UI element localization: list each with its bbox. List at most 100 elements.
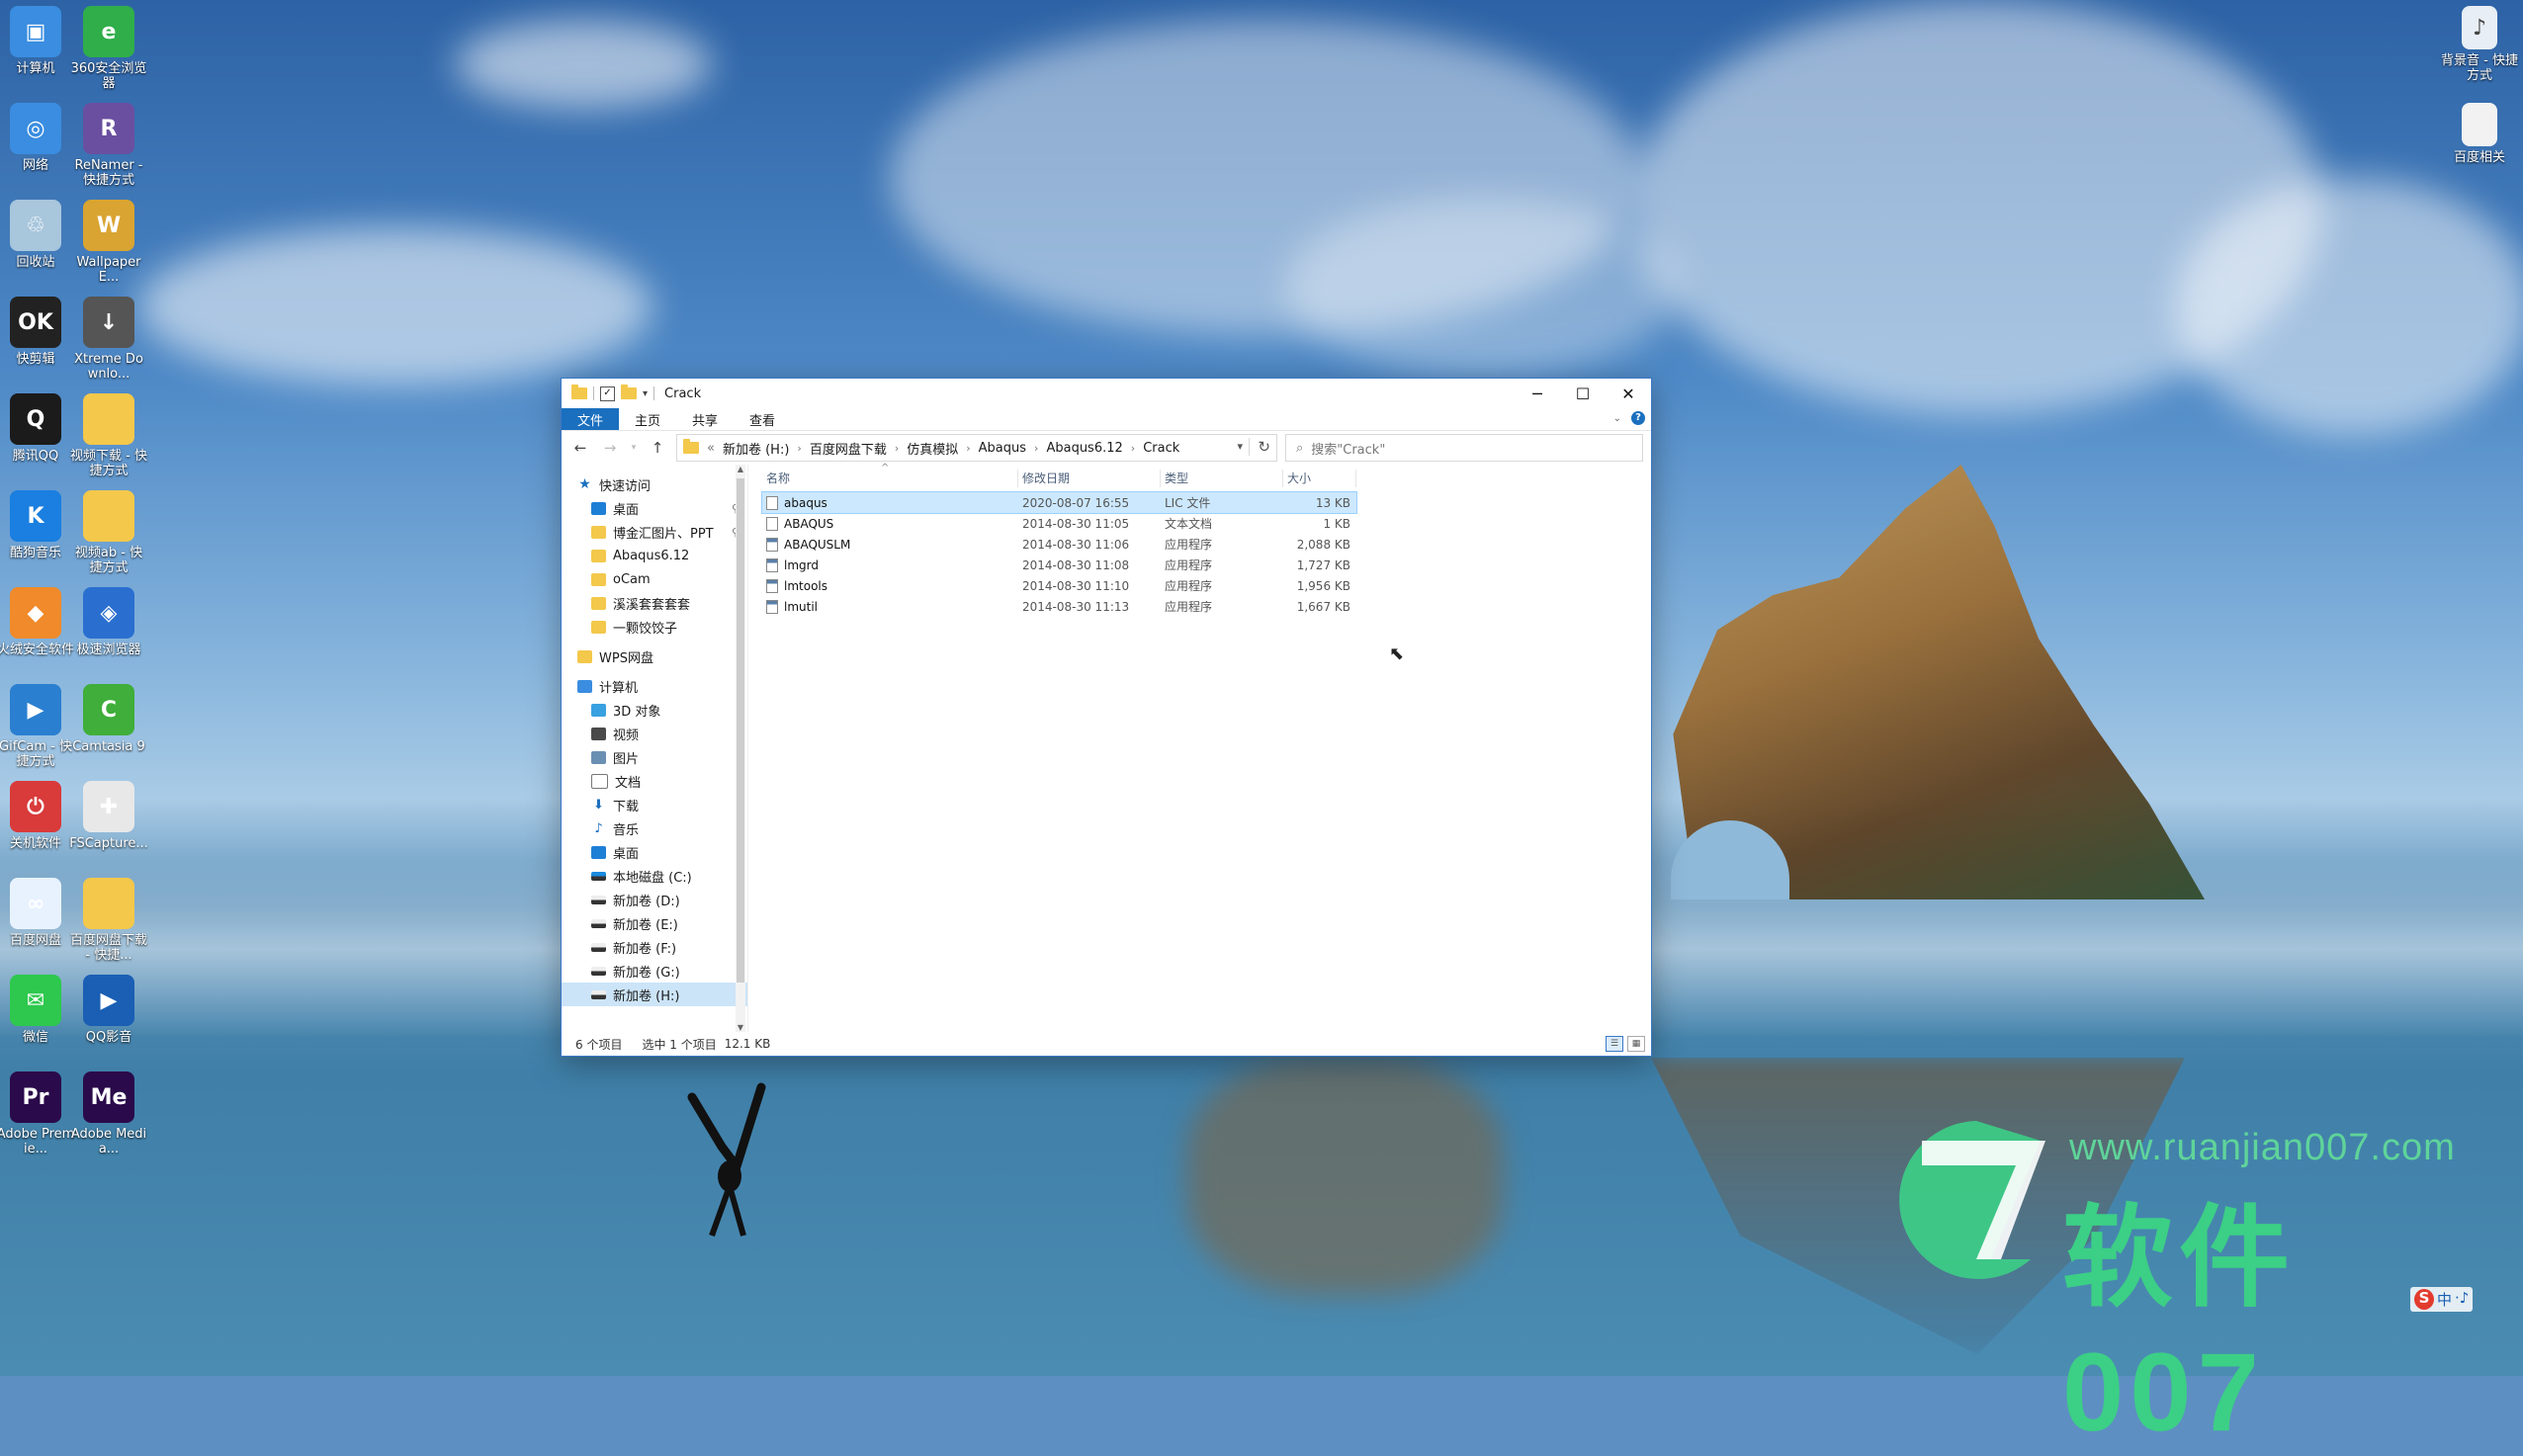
desktop-shortcut[interactable]: ◈ 极速浏览器 (69, 587, 148, 657)
desktop-shortcut[interactable]: OK 快剪辑 (0, 297, 75, 367)
chevron-right-icon[interactable]: › (966, 442, 970, 455)
ime-toolbar[interactable]: S 中 ·♪ (2410, 1287, 2474, 1312)
desktop-shortcut[interactable]: ◎ 网络 (0, 103, 75, 173)
nav-item[interactable]: 新加卷 (G:) (562, 959, 747, 983)
desktop-shortcut[interactable]: ↓ Xtreme Downlo... (69, 297, 148, 382)
nav-scrollbar[interactable]: ▲ ▼ (736, 465, 745, 1032)
large-icons-view-button[interactable]: ▦ (1627, 1036, 1645, 1052)
file-row[interactable]: ABAQUS 2014-08-30 11:05 文本文档 1 KB (762, 513, 1651, 534)
tab-view[interactable]: 查看 (734, 408, 791, 430)
nav-item[interactable]: oCam (562, 567, 747, 591)
refresh-icon[interactable]: ↻ (1249, 438, 1270, 456)
file-row[interactable]: abaqus 2020-08-07 16:55 LIC 文件 13 KB (761, 491, 1357, 514)
help-icon[interactable]: ? (1631, 411, 1645, 425)
desktop-shortcut[interactable]: ✚ FSCapture... (69, 781, 148, 851)
nav-item[interactable]: 文档 (562, 769, 747, 793)
desktop-shortcut[interactable]: e 360安全浏览器 (69, 6, 148, 91)
desktop-shortcut[interactable]: ▣ 计算机 (0, 6, 75, 76)
desktop-shortcut[interactable]: ▶ QQ影音 (69, 975, 148, 1045)
nav-item[interactable]: 新加卷 (E:) (562, 911, 747, 935)
sogou-icon[interactable]: S (2414, 1289, 2434, 1310)
desktop-shortcut[interactable]: 百度网盘下载 - 快捷... (69, 878, 148, 963)
forward-button[interactable]: → (599, 439, 621, 457)
nav-item[interactable]: 一颗饺饺子 (562, 615, 747, 639)
nav-item[interactable]: 新加卷 (F:) (562, 935, 747, 959)
desktop-shortcut[interactable]: Pr Adobe Premie... (0, 1071, 75, 1156)
file-explorer-window[interactable]: ✓ ▾ Crack ─ ☐ ✕ 文件 主页 共享 查看 ⌄ ? ← → ▾ ↑ … (562, 379, 1651, 1056)
column-type[interactable]: 类型 (1161, 470, 1283, 487)
column-name[interactable]: 名称 (762, 470, 1018, 487)
customize-dropdown-icon[interactable]: ▾ (643, 388, 648, 399)
file-row[interactable]: lmtools 2014-08-30 11:10 应用程序 1,956 KB (762, 575, 1651, 596)
desktop-shortcut[interactable]: W Wallpaper E... (69, 200, 148, 285)
address-bar[interactable]: « 新加卷 (H:) › 百度网盘下载 › 仿真模拟 › Abaqus › Abaqus6.12 ›… (676, 434, 1277, 462)
tab-file[interactable]: 文件 (562, 408, 620, 430)
nav-item[interactable]: ★ 快速访问 (562, 472, 747, 496)
title-bar[interactable]: ✓ ▾ Crack ─ ☐ ✕ (562, 379, 1651, 408)
file-row[interactable]: ABAQUSLM 2014-08-30 11:06 应用程序 2,088 KB (762, 534, 1651, 555)
breadcrumb-item[interactable]: 百度网盘下载 (810, 439, 887, 458)
desktop-shortcut[interactable]: 视频下载 - 快捷方式 (69, 393, 148, 478)
desktop-shortcut[interactable]: K 酷狗音乐 (0, 490, 75, 560)
nav-item[interactable]: ⬇ 下载 (562, 793, 747, 816)
breadcrumb-item[interactable]: Crack (1143, 441, 1179, 456)
chevron-right-icon[interactable]: › (895, 442, 899, 455)
desktop-shortcut[interactable]: 视频ab - 快捷方式 (69, 490, 148, 575)
nav-item[interactable]: ♪ 音乐 (562, 816, 747, 840)
ime-mode[interactable]: 中 (2437, 1289, 2452, 1310)
desktop-shortcut[interactable]: Q 腾讯QQ (0, 393, 75, 464)
file-list[interactable]: ^ 名称 修改日期 类型 大小 abaqus 2020-08-07 16:55 LI… (748, 463, 1651, 1032)
nav-item[interactable]: 3D 对象 (562, 698, 747, 722)
breadcrumb-item[interactable]: Abaqus (979, 441, 1026, 456)
tab-home[interactable]: 主页 (619, 408, 676, 430)
nav-item[interactable]: Abaqus6.12 (562, 544, 747, 567)
nav-item[interactable]: 新加卷 (D:) (562, 888, 747, 911)
column-size[interactable]: 大小 (1283, 470, 1356, 487)
breadcrumb-item[interactable]: 仿真模拟 (907, 439, 958, 458)
breadcrumb-item[interactable]: 新加卷 (H:) (723, 439, 789, 458)
file-row[interactable]: lmgrd 2014-08-30 11:08 应用程序 1,727 KB (762, 555, 1651, 575)
up-button[interactable]: ↑ (647, 439, 668, 457)
expand-ribbon-icon[interactable]: ⌄ (1613, 413, 1621, 424)
desktop-shortcut[interactable]: ⏻ 关机软件 (0, 781, 75, 851)
navigation-pane[interactable]: ★ 快速访问桌面⚲博金汇图片、PPT⚲ Abaqus6.12 oCam 溪溪套套套套一颗… (562, 465, 748, 1032)
chevron-right-icon[interactable]: › (1131, 442, 1135, 455)
minimize-button[interactable]: ─ (1515, 379, 1560, 408)
breadcrumb-item[interactable]: Abaqus6.12 (1046, 441, 1122, 456)
new-folder-icon[interactable] (621, 385, 637, 399)
nav-item[interactable]: 博金汇图片、PPT⚲ (562, 520, 747, 544)
desktop-shortcut[interactable]: C Camtasia 9 (69, 684, 148, 754)
desktop-shortcut[interactable]: R ReNamer - 快捷方式 (69, 103, 148, 188)
column-date[interactable]: 修改日期 (1018, 470, 1161, 487)
desktop-shortcut[interactable]: ✉ 微信 (0, 975, 75, 1045)
details-view-button[interactable]: ☰ (1606, 1036, 1623, 1052)
nav-item[interactable]: 图片 (562, 745, 747, 769)
nav-item[interactable]: 桌面 (562, 840, 747, 864)
properties-icon[interactable]: ✓ (600, 385, 615, 401)
nav-item[interactable]: 视频 (562, 722, 747, 745)
chevron-right-icon[interactable]: › (797, 442, 801, 455)
nav-item[interactable]: 本地磁盘 (C:) (562, 864, 747, 888)
desktop-shortcut[interactable]: ♪ 背景音 - 快捷方式 (2440, 6, 2519, 83)
desktop-shortcut[interactable]: 百度相关 (2440, 103, 2519, 165)
nav-item[interactable]: 计算机 (562, 674, 747, 698)
desktop-shortcut[interactable]: ∞ 百度网盘 (0, 878, 75, 948)
ime-extra-icons[interactable]: ·♪ (2455, 1289, 2469, 1310)
recent-locations-icon[interactable]: ▾ (629, 443, 639, 453)
search-box[interactable]: ⌕ 搜索"Crack" (1285, 434, 1643, 462)
back-button[interactable]: ← (569, 439, 591, 457)
nav-item[interactable]: 溪溪套套套套 (562, 591, 747, 615)
desktop-shortcut[interactable]: ◆ 火绒安全软件 (0, 587, 75, 657)
desktop-shortcut[interactable]: ♲ 回收站 (0, 200, 75, 270)
nav-item[interactable]: WPS网盘 (562, 644, 747, 668)
nav-item[interactable]: 桌面⚲ (562, 496, 747, 520)
file-row[interactable]: lmutil 2014-08-30 11:13 应用程序 1,667 KB (762, 596, 1651, 617)
desktop-shortcut[interactable]: ▶ GifCam - 快捷方式 (0, 684, 75, 769)
tab-share[interactable]: 共享 (676, 408, 734, 430)
desktop-shortcut[interactable]: Me Adobe Media... (69, 1071, 148, 1156)
close-button[interactable]: ✕ (1606, 379, 1651, 408)
chevron-right-icon[interactable]: › (1034, 442, 1038, 455)
maximize-button[interactable]: ☐ (1560, 379, 1606, 408)
nav-item[interactable]: 新加卷 (H:) (562, 983, 747, 1006)
address-dropdown-icon[interactable]: ▾ (1237, 440, 1243, 453)
